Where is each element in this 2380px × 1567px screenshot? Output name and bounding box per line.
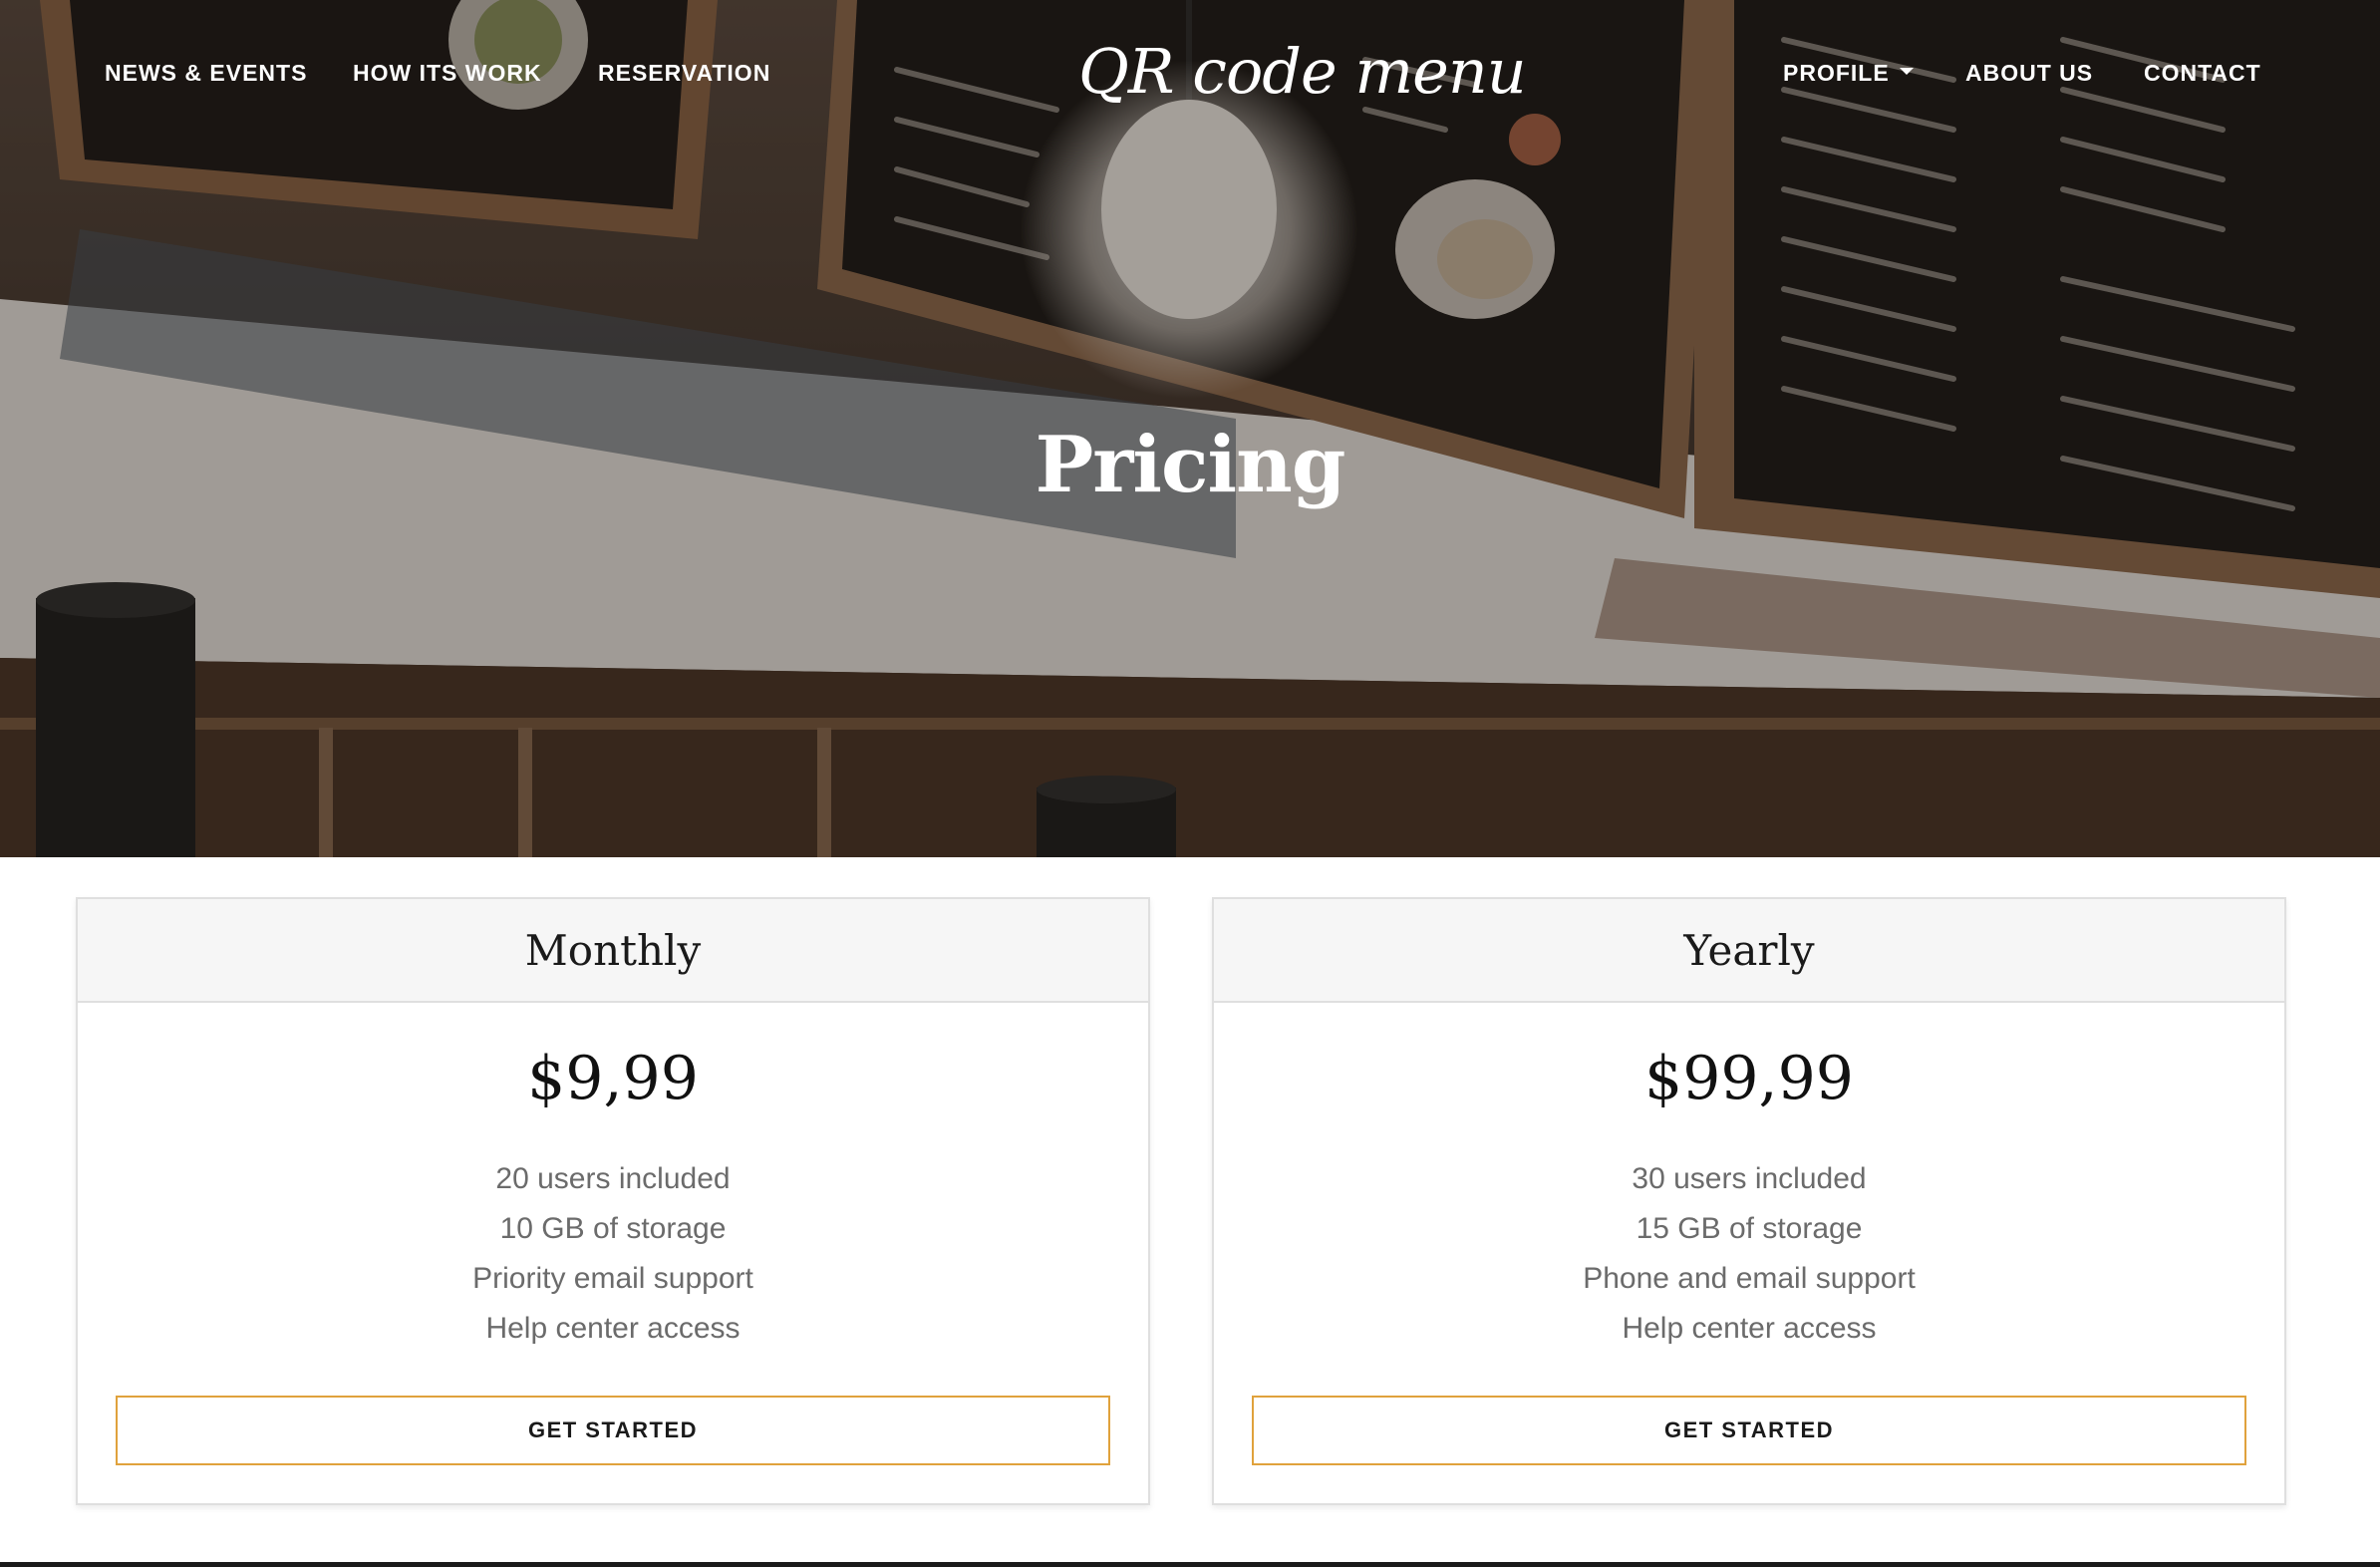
plan-price: $99,99 xyxy=(1644,1044,1854,1113)
feature-item: Help center access xyxy=(485,1312,741,1345)
top-navigation: NEWS & EVENTS HOW ITS WORK RESERVATION Q… xyxy=(0,0,2380,146)
page-bottom-divider xyxy=(0,1562,2380,1567)
page-title: Pricing xyxy=(1035,420,1346,510)
feature-item: 10 GB of storage xyxy=(499,1212,727,1245)
pricing-card-monthly: Monthly $9,99 20 users included 10 GB of… xyxy=(76,897,1150,1505)
feature-item: 15 GB of storage xyxy=(1636,1212,1863,1245)
plan-name: Yearly xyxy=(1214,899,2284,1003)
plan-price: $9,99 xyxy=(527,1044,699,1113)
caret-down-icon xyxy=(1899,68,1914,76)
nav-profile-label: PROFILE xyxy=(1783,60,1890,86)
nav-dropdown-profile[interactable]: PROFILE xyxy=(1783,56,1914,90)
pricing-card-yearly: Yearly $99,99 30 users included 15 GB of… xyxy=(1212,897,2286,1505)
nav-link-about-us[interactable]: ABOUT US xyxy=(1965,56,2093,90)
nav-link-contact[interactable]: CONTACT xyxy=(2144,56,2261,90)
feature-list: 20 users included 10 GB of storage Prior… xyxy=(78,1154,1148,1354)
get-started-button-yearly[interactable]: GET STARTED xyxy=(1252,1396,2246,1465)
get-started-button-monthly[interactable]: GET STARTED xyxy=(116,1396,1110,1465)
feature-item: Phone and email support xyxy=(1583,1262,1916,1295)
feature-list: 30 users included 15 GB of storage Phone… xyxy=(1214,1154,2284,1354)
brand-logo-text[interactable]: QR code menu xyxy=(1078,30,1527,114)
feature-item: 30 users included xyxy=(1632,1162,1867,1195)
nav-link-news-events[interactable]: NEWS & EVENTS xyxy=(105,56,307,90)
nav-link-reservation[interactable]: RESERVATION xyxy=(598,56,770,90)
plan-name: Monthly xyxy=(78,899,1148,1003)
feature-item: Priority email support xyxy=(472,1262,753,1295)
feature-item: Help center access xyxy=(1622,1312,1877,1345)
feature-item: 20 users included xyxy=(495,1162,731,1195)
nav-link-how-its-work[interactable]: HOW ITS WORK xyxy=(353,56,542,90)
